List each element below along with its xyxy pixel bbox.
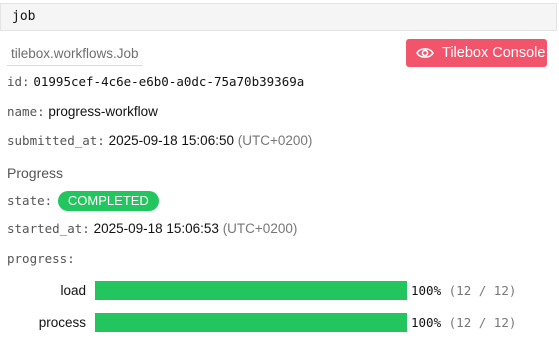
progress-percent-process: 100% bbox=[411, 315, 442, 330]
field-submitted-at-value: 2025-09-18 15:06:50 bbox=[108, 133, 234, 148]
task-label-process: process bbox=[38, 315, 86, 330]
progress-bar-load bbox=[95, 281, 407, 300]
job-class-name: tilebox.workflows.Job bbox=[7, 44, 143, 66]
progress-bar-fill-process bbox=[95, 313, 407, 332]
status-badge: COMPLETED bbox=[57, 191, 159, 212]
task-label-load: load bbox=[60, 283, 86, 298]
progress-count-process: (12 / 12) bbox=[448, 315, 517, 330]
progress-section-title: Progress bbox=[7, 165, 64, 181]
field-state-key: state: bbox=[7, 193, 53, 208]
field-started-at-tz: (UTC+0200) bbox=[222, 221, 298, 236]
field-progress-key: progress: bbox=[7, 251, 75, 266]
progress-percent-load: 100% bbox=[411, 283, 442, 298]
progress-bar-process bbox=[95, 313, 407, 332]
field-id-value: 01995cef-4c6e-e6b0-a0dc-75a70b39369a bbox=[33, 74, 305, 89]
progress-count-load: (12 / 12) bbox=[448, 283, 517, 298]
progress-text-process: 100% (12 / 12) bbox=[411, 313, 516, 333]
field-started-at-value: 2025-09-18 15:06:53 bbox=[93, 221, 219, 236]
job-header-label: job bbox=[12, 9, 36, 24]
eye-icon bbox=[416, 48, 434, 58]
field-submitted-at-key: submitted_at: bbox=[7, 133, 105, 148]
progress-bar-fill-load bbox=[95, 281, 407, 300]
field-id-key: id: bbox=[7, 74, 30, 89]
field-name: name: progress-workflow bbox=[7, 102, 158, 122]
field-submitted-at: submitted_at: 2025-09-18 15:06:50 (UTC+0… bbox=[7, 131, 312, 151]
field-started-at-key: started_at: bbox=[7, 221, 90, 236]
field-state: state: COMPLETED bbox=[7, 191, 159, 212]
tilebox-console-button[interactable]: Tilebox Console bbox=[406, 39, 547, 67]
tilebox-console-label: Tilebox Console bbox=[442, 45, 546, 61]
field-submitted-at-tz: (UTC+0200) bbox=[237, 133, 313, 148]
job-header-bar: job bbox=[0, 3, 557, 31]
field-progress: progress: bbox=[7, 249, 75, 269]
field-id: id: 01995cef-4c6e-e6b0-a0dc-75a70b39369a bbox=[7, 72, 304, 92]
field-name-key: name: bbox=[7, 104, 45, 119]
field-name-value: progress-workflow bbox=[48, 104, 158, 119]
progress-text-load: 100% (12 / 12) bbox=[411, 281, 516, 301]
field-started-at: started_at: 2025-09-18 15:06:53 (UTC+020… bbox=[7, 219, 297, 239]
